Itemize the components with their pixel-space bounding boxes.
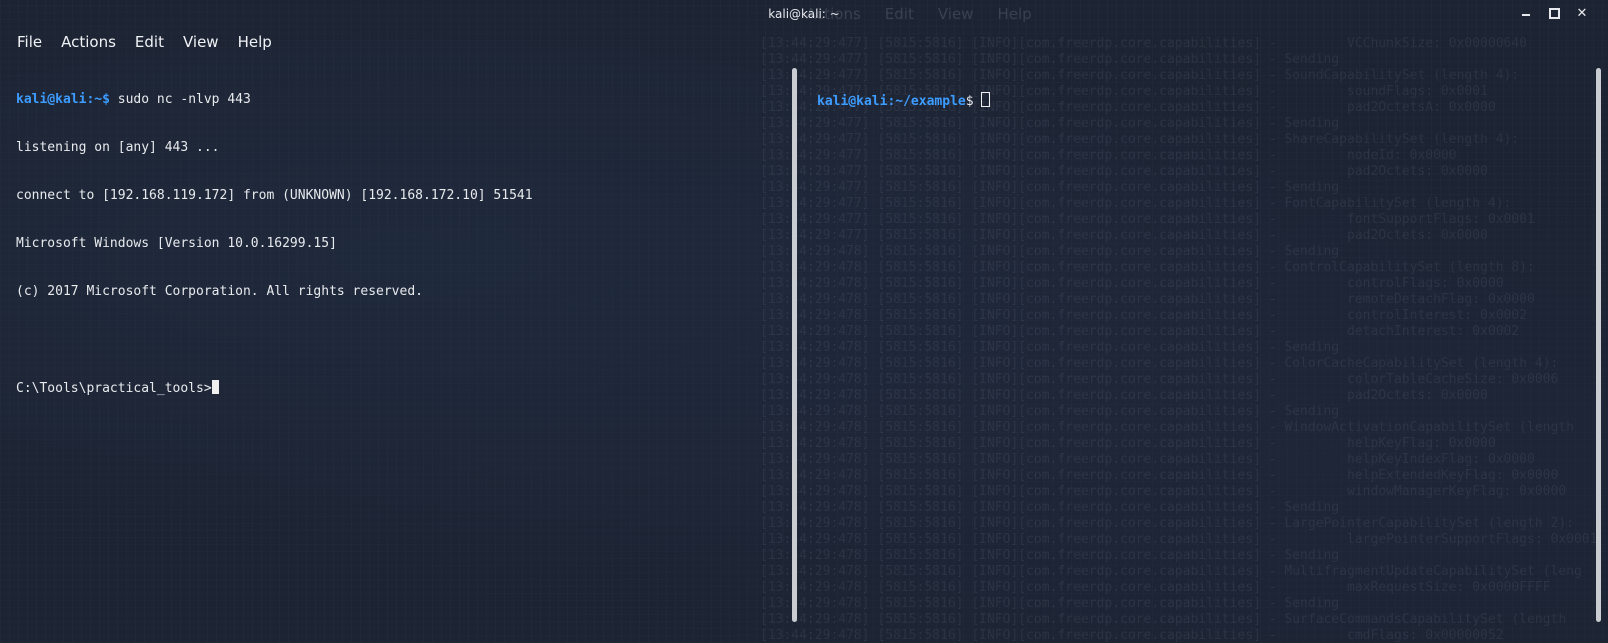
ghost-menu-edit: Edit [884,5,914,23]
prompt-line: kali@kali:~/example$ [817,92,991,109]
log-line: [13:44:29:477] [5815:5816] [INFO][com.fr… [760,196,1512,211]
ghost-menu-view: View [937,5,974,23]
log-line: [13:44:29:478] [5815:5816] [INFO][com.fr… [760,612,1567,627]
log-line: [13:44:29:478] [5815:5816] [INFO][com.fr… [760,436,1496,451]
log-line: [13:44:29:478] [5815:5816] [INFO][com.fr… [760,580,1551,595]
log-line: [13:44:29:478] [5815:5816] [INFO][com.fr… [760,404,1340,419]
menu-help[interactable]: Help [238,30,291,54]
left-pane-scrollbar[interactable] [792,68,797,622]
prompt-path: :~$ [86,92,110,107]
log-line: [13:44:29:477] [5815:5816] [INFO][com.fr… [760,148,1457,163]
log-line: [13:44:29:478] [5815:5816] [INFO][com.fr… [760,564,1582,579]
right-pane-scrollbar[interactable] [1596,68,1601,622]
log-line: [13:44:29:478] [5815:5816] [INFO][com.fr… [760,484,1567,499]
background-log-output: [13:44:29:477] [5815:5816] [INFO][com.fr… [760,36,1608,643]
log-line: [13:44:29:478] [5815:5816] [INFO][com.fr… [760,260,1535,275]
log-line: [13:44:29:478] [5815:5816] [INFO][com.fr… [760,292,1535,307]
menu-actions[interactable]: Actions [61,30,135,54]
log-line: [13:44:29:477] [5815:5816] [INFO][com.fr… [760,132,1520,147]
log-line: [13:44:29:478] [5815:5816] [INFO][com.fr… [760,628,1504,643]
output-line: connect to [192.168.119.172] from (UNKNO… [16,188,533,203]
log-line: [13:44:29:478] [5815:5816] [INFO][com.fr… [760,324,1520,339]
log-line: [13:44:29:478] [5815:5816] [INFO][com.fr… [760,452,1535,467]
minimize-button[interactable] [1518,5,1534,21]
log-line: [13:44:29:477] [5815:5816] [INFO][com.fr… [760,228,1488,243]
prompt-user: kali@kali [817,94,888,109]
log-line: [13:44:29:478] [5815:5816] [INFO][com.fr… [760,548,1340,563]
text-cursor [981,92,991,107]
log-line: [13:44:29:478] [5815:5816] [INFO][com.fr… [760,532,1598,547]
log-line: [13:44:29:478] [5815:5816] [INFO][com.fr… [760,388,1488,403]
window-controls: ✕ [1518,5,1590,21]
text-cursor [211,380,219,394]
log-line: [13:44:29:478] [5815:5816] [INFO][com.fr… [760,244,1340,259]
output-line: (c) 2017 Microsoft Corporation. All righ… [16,284,423,299]
menu-file[interactable]: File [17,30,61,54]
prompt-suffix: $ [965,94,982,109]
left-terminal-pane[interactable]: kali@kali:~$ sudo nc -nlvp 443 listening… [16,60,533,412]
menu-bar: File Actions Edit View Help [17,30,291,54]
log-line: [13:44:29:477] [5815:5816] [INFO][com.fr… [760,36,1528,51]
log-line: [13:44:29:478] [5815:5816] [INFO][com.fr… [760,308,1528,323]
prompt-user: kali@kali [16,92,87,107]
window-titlebar[interactable]: kali@kali: ~ [0,0,1608,28]
log-line: [13:44:29:478] [5815:5816] [INFO][com.fr… [760,420,1574,435]
ghost-menu-actions: Actions [806,5,861,23]
maximize-button[interactable] [1546,5,1562,21]
output-line: listening on [any] 443 ... [16,140,220,155]
log-line: [13:44:29:478] [5815:5816] [INFO][com.fr… [760,276,1504,291]
log-line: [13:44:29:477] [5815:5816] [INFO][com.fr… [760,164,1488,179]
close-icon: ✕ [1576,5,1588,21]
minimize-icon [1522,14,1530,16]
prompt-line: kali@kali:~$ sudo nc -nlvp 443 [16,92,533,108]
menu-edit[interactable]: Edit [135,30,183,54]
log-line: [13:44:29:478] [5815:5816] [INFO][com.fr… [760,516,1574,531]
windows-prompt: C:\Tools\practical_tools> [16,381,212,396]
windows-prompt-line: C:\Tools\practical_tools> [16,380,533,396]
prompt-path: :~/example [887,94,966,109]
log-line: [13:44:29:478] [5815:5816] [INFO][com.fr… [760,340,1340,355]
menu-view[interactable]: View [183,30,238,54]
close-button[interactable]: ✕ [1574,5,1590,21]
command-text: sudo nc -nlvp 443 [109,92,251,107]
ghost-menu: Actions Edit View Help [806,5,1032,23]
log-line: [13:44:29:478] [5815:5816] [INFO][com.fr… [760,500,1340,515]
log-line: [13:44:29:477] [5815:5816] [INFO][com.fr… [760,180,1340,195]
log-line: [13:44:29:478] [5815:5816] [INFO][com.fr… [760,372,1559,387]
maximize-icon [1548,7,1560,19]
right-terminal-pane[interactable]: kali@kali:~/example$ [817,60,991,124]
log-line: [13:44:29:478] [5815:5816] [INFO][com.fr… [760,356,1559,371]
log-line: [13:44:29:478] [5815:5816] [INFO][com.fr… [760,596,1340,611]
ghost-menu-help: Help [997,5,1032,23]
log-line: [13:44:29:477] [5815:5816] [INFO][com.fr… [760,212,1535,227]
output-line: Microsoft Windows [Version 10.0.16299.15… [16,236,337,251]
log-line: [13:44:29:478] [5815:5816] [INFO][com.fr… [760,468,1559,483]
